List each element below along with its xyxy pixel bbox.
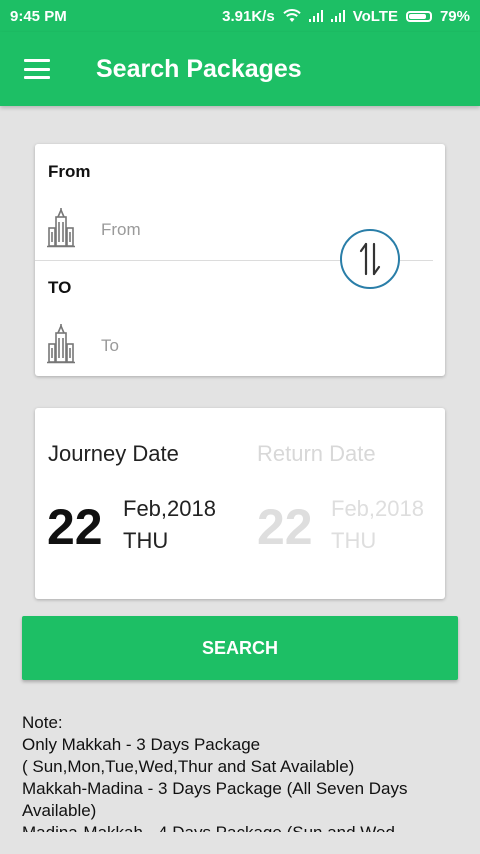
note-line: Madina-Makkah - 4 Days Package (Sun and …: [22, 822, 452, 832]
date-card: Journey Date Return Date 22 Feb,2018 THU…: [35, 408, 445, 599]
hamburger-menu-icon[interactable]: [24, 59, 50, 79]
return-date-weekday[interactable]: THU: [331, 528, 376, 554]
city-building-icon: [47, 324, 75, 364]
page-title: Search Packages: [96, 54, 302, 83]
city-building-icon: [47, 208, 75, 248]
note-line: Makkah-Madina - 3 Days Package (All Seve…: [22, 779, 408, 820]
from-input[interactable]: [101, 218, 321, 242]
swap-arrows-icon: [359, 242, 381, 276]
from-label: From: [48, 162, 91, 181]
wifi-icon: [282, 9, 301, 22]
network-speed: 3.91K/s: [222, 7, 275, 25]
app-bar: Search Packages: [0, 32, 480, 106]
to-label: TO: [48, 278, 72, 297]
note-line: ( Sun,Mon,Tue,Wed,Thur and Sat Available…: [22, 757, 355, 776]
battery-icon: [405, 10, 432, 22]
battery-percent: 79%: [439, 7, 470, 25]
signal-icon: [330, 10, 345, 22]
return-date-month-year[interactable]: Feb,2018: [331, 496, 424, 522]
status-bar: 9:45 PM 3.91K/s VoLTE 79%: [0, 0, 480, 32]
journey-date-weekday[interactable]: THU: [123, 528, 168, 554]
route-card: From TO: [35, 144, 445, 376]
status-indicators: 3.91K/s VoLTE 79%: [222, 8, 470, 25]
to-input[interactable]: [101, 334, 321, 358]
search-button[interactable]: SEARCH: [22, 616, 458, 680]
note-line: Only Makkah - 3 Days Package: [22, 735, 261, 754]
signal-icon: [308, 10, 323, 22]
return-date-day[interactable]: 22: [257, 498, 313, 556]
return-date-label[interactable]: Return Date: [257, 441, 376, 467]
journey-date-label[interactable]: Journey Date: [48, 441, 179, 467]
journey-date-day[interactable]: 22: [47, 498, 103, 556]
note-title: Note:: [22, 713, 63, 732]
status-time: 9:45 PM: [10, 7, 67, 25]
carrier-label: VoLTE: [352, 7, 398, 25]
swap-button[interactable]: [340, 229, 400, 289]
package-note: Note: Only Makkah - 3 Days Package ( Sun…: [22, 712, 452, 832]
journey-date-month-year[interactable]: Feb,2018: [123, 496, 216, 522]
